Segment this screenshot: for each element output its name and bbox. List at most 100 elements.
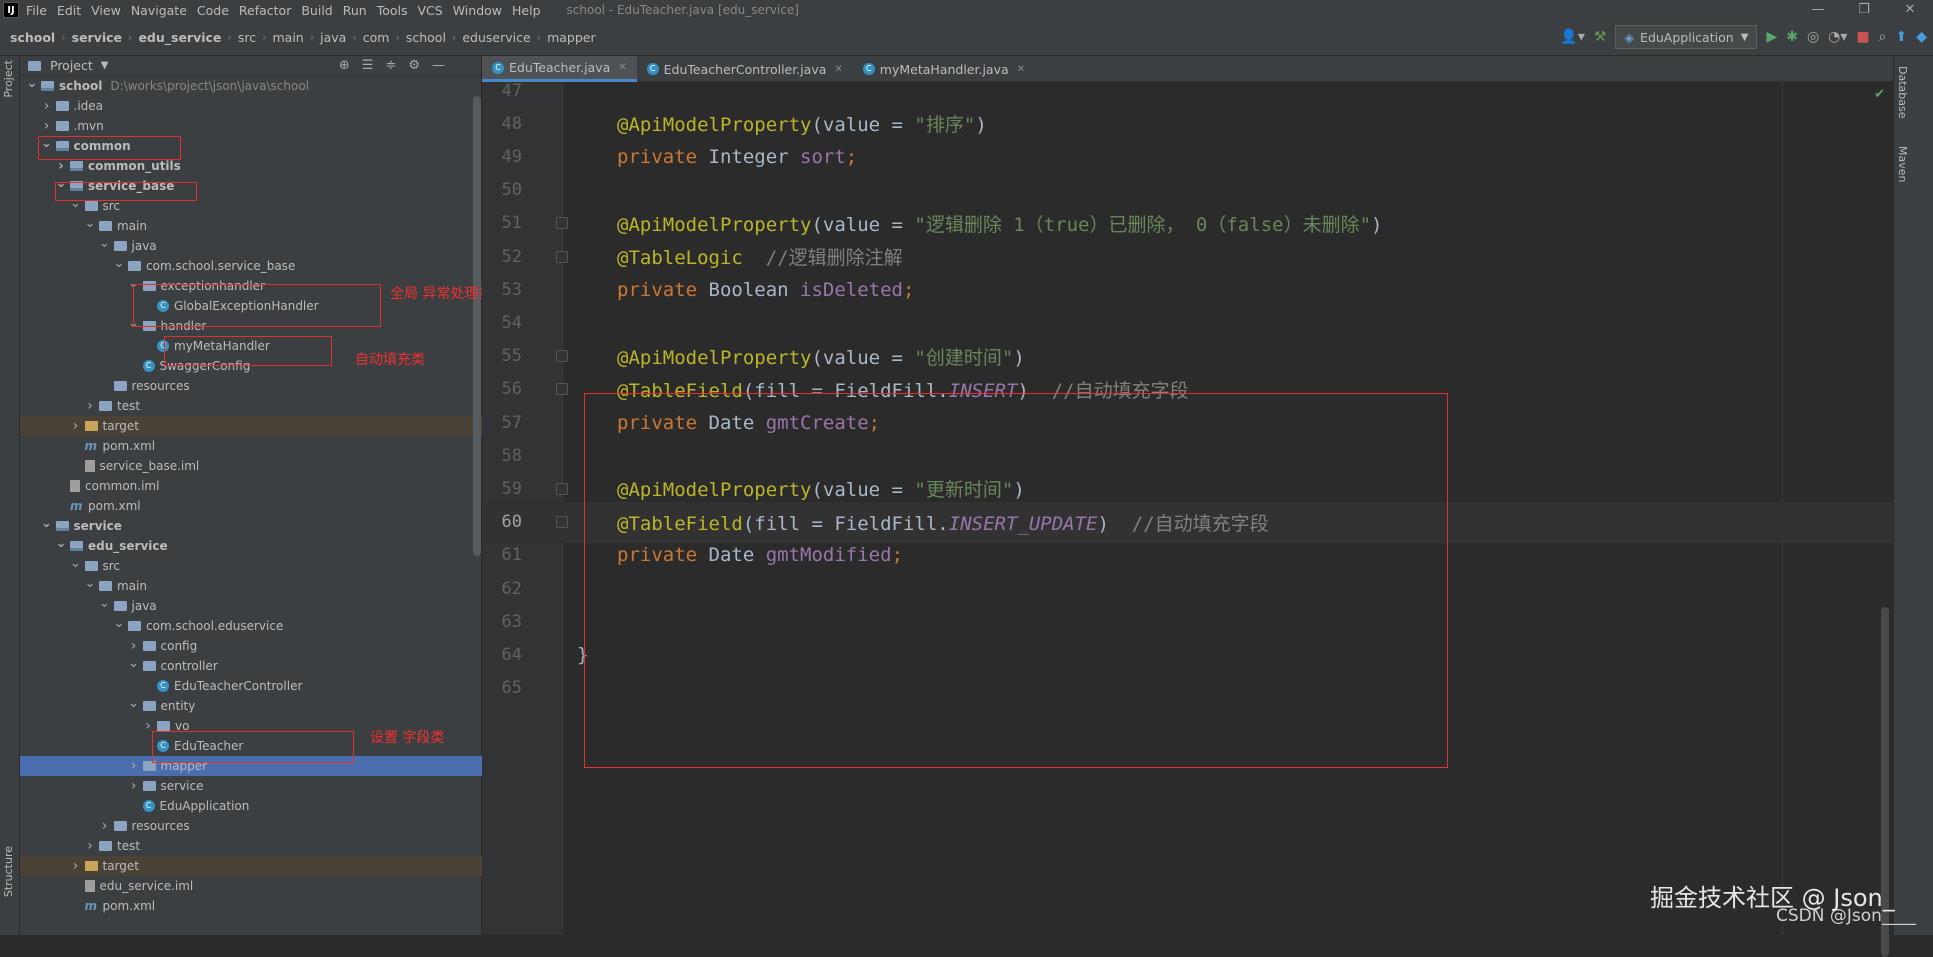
tree-item[interactable]: ⌄ service_base xyxy=(20,176,482,196)
chevron-down-icon[interactable]: ⌄ xyxy=(84,576,96,591)
tree-item[interactable]: ⌄ java xyxy=(20,596,482,616)
breadcrumb-item[interactable]: src xyxy=(238,30,256,45)
menu-item-file[interactable]: File xyxy=(26,3,47,18)
tree-item[interactable]: ⌄ common xyxy=(20,136,482,156)
close-window-button[interactable]: ✕ xyxy=(1887,0,1933,20)
project-scrollbar[interactable] xyxy=(473,96,481,556)
user-icon[interactable]: 👤▾ xyxy=(1560,29,1584,45)
tree-item[interactable]: C EduTeacherController xyxy=(20,676,482,696)
tree-item[interactable]: ⌄ handler xyxy=(20,316,482,336)
menu-item-build[interactable]: Build xyxy=(301,3,332,18)
chevron-right-icon[interactable]: › xyxy=(41,98,53,114)
chevron-down-icon[interactable]: ⌄ xyxy=(70,196,82,211)
chevron-down-icon[interactable]: ⌄ xyxy=(55,176,67,191)
tree-item[interactable]: › target xyxy=(20,856,482,876)
tree-item[interactable]: ⌄ src xyxy=(20,196,482,216)
menu-item-code[interactable]: Code xyxy=(197,3,229,18)
minimize-button[interactable]: — xyxy=(1795,0,1841,20)
breadcrumb-item[interactable]: school xyxy=(406,30,446,45)
breadcrumb-item[interactable]: java xyxy=(320,30,346,45)
fold-marker-icon[interactable] xyxy=(556,383,568,396)
tree-item[interactable]: common.iml xyxy=(20,476,482,496)
structure-tool-tab[interactable]: Structure xyxy=(2,846,15,897)
chevron-right-icon[interactable]: › xyxy=(70,858,82,874)
plugin-icon[interactable]: ◆ xyxy=(1916,29,1927,45)
chevron-down-icon[interactable]: ⌄ xyxy=(41,136,53,151)
run-icon[interactable]: ▶ xyxy=(1766,29,1777,45)
chevron-right-icon[interactable]: › xyxy=(128,758,140,774)
chevron-down-icon[interactable]: ⌄ xyxy=(113,616,125,631)
menu-item-window[interactable]: Window xyxy=(453,3,502,18)
breadcrumb-item[interactable]: mapper xyxy=(547,30,596,45)
project-tool-tab[interactable]: Project xyxy=(2,60,15,98)
code-editor[interactable]: ✔ 47 48 @ApiModelProperty(value = "排序") 49 p… xyxy=(482,81,1893,957)
menu-item-view[interactable]: View xyxy=(91,3,121,18)
chevron-right-icon[interactable]: › xyxy=(84,838,96,854)
chevron-down-icon[interactable]: ⌄ xyxy=(26,76,38,91)
chevron-down-icon[interactable]: ⌄ xyxy=(128,316,140,331)
menu-item-navigate[interactable]: Navigate xyxy=(131,3,187,18)
chevron-down-icon[interactable]: ⌄ xyxy=(41,516,53,531)
tree-item[interactable]: › resources xyxy=(20,816,482,836)
tree-item[interactable]: ⌄ service xyxy=(20,516,482,536)
tree-item[interactable]: ⌄ main xyxy=(20,576,482,596)
chevron-right-icon[interactable]: › xyxy=(41,118,53,134)
search-icon[interactable]: ⌕ xyxy=(1879,29,1887,45)
tree-item[interactable]: ⌄ com.school.eduservice xyxy=(20,616,482,636)
fold-marker-icon[interactable] xyxy=(556,516,568,529)
hide-icon[interactable]: — xyxy=(432,58,445,73)
tree-item[interactable]: service_base.iml xyxy=(20,456,482,476)
stop-icon[interactable]: ■ xyxy=(1856,29,1869,45)
code-line[interactable]: 65 xyxy=(482,668,1893,709)
collapse-all-icon[interactable]: ≑ xyxy=(385,58,396,73)
tree-item[interactable]: m pom.xml xyxy=(20,896,482,916)
tree-item[interactable]: ⌄ com.school.service_base xyxy=(20,256,482,276)
breadcrumb-item[interactable]: school xyxy=(10,30,55,45)
tree-item[interactable]: ⌄ controller xyxy=(20,656,482,676)
chevron-down-icon[interactable]: ⌄ xyxy=(99,236,111,251)
tree-item[interactable]: › .mvn xyxy=(20,116,482,136)
chevron-down-icon[interactable]: ⌄ xyxy=(84,216,96,231)
breadcrumb-item[interactable]: com xyxy=(363,30,390,45)
chevron-right-icon[interactable]: › xyxy=(84,398,96,414)
menu-item-vcs[interactable]: VCS xyxy=(418,3,443,18)
chevron-down-icon[interactable]: ▼ xyxy=(101,60,109,71)
chevron-down-icon[interactable]: ⌄ xyxy=(113,256,125,271)
build-hammer-icon[interactable]: ⚒ xyxy=(1594,29,1607,45)
tree-item[interactable]: m pom.xml xyxy=(20,436,482,456)
database-tool-tab[interactable]: Database xyxy=(1896,66,1909,119)
fold-marker-icon[interactable] xyxy=(556,217,568,230)
chevron-down-icon[interactable]: ⌄ xyxy=(128,276,140,291)
tree-item[interactable]: › test xyxy=(20,396,482,416)
breadcrumb-item[interactable]: service xyxy=(72,30,122,45)
update-icon[interactable]: ⬆ xyxy=(1895,29,1907,45)
chevron-down-icon[interactable]: ⌄ xyxy=(99,596,111,611)
coverage-icon[interactable]: ◎ xyxy=(1807,29,1819,45)
breadcrumb-item[interactable]: eduservice xyxy=(462,30,530,45)
fold-marker-icon[interactable] xyxy=(556,350,568,363)
menu-item-tools[interactable]: Tools xyxy=(377,3,408,18)
fold-marker-icon[interactable] xyxy=(556,250,568,263)
tree-item[interactable]: › mapper xyxy=(20,756,482,776)
tree-item[interactable]: › service xyxy=(20,776,482,796)
menu-item-run[interactable]: Run xyxy=(343,3,367,18)
breadcrumb-item[interactable]: edu_service xyxy=(138,30,221,45)
chevron-down-icon[interactable]: ⌄ xyxy=(128,656,140,671)
tree-item[interactable]: ⌄ src xyxy=(20,556,482,576)
tree-item[interactable]: C EduApplication xyxy=(20,796,482,816)
locate-icon[interactable]: ⊕ xyxy=(339,58,350,73)
breadcrumb-item[interactable]: main xyxy=(272,30,303,45)
chevron-right-icon[interactable]: › xyxy=(99,818,111,834)
menu-item-help[interactable]: Help xyxy=(512,3,541,18)
menu-item-refactor[interactable]: Refactor xyxy=(239,3,291,18)
menu-item-edit[interactable]: Edit xyxy=(57,3,81,18)
chevron-right-icon[interactable]: › xyxy=(142,718,154,734)
gear-icon[interactable]: ⚙ xyxy=(408,58,420,73)
tree-item[interactable]: › config xyxy=(20,636,482,656)
expand-all-icon[interactable]: ☰ xyxy=(362,58,374,73)
tree-item[interactable]: ⌄ java xyxy=(20,236,482,256)
project-view-select[interactable]: Project xyxy=(50,58,93,73)
profile-icon[interactable]: ◔▾ xyxy=(1828,29,1847,45)
tree-item[interactable]: › test xyxy=(20,836,482,856)
tree-item[interactable]: edu_service.iml xyxy=(20,876,482,896)
